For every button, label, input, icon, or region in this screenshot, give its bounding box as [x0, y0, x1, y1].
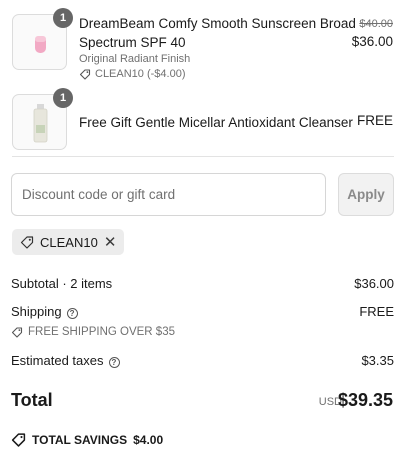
tag-icon	[11, 433, 26, 447]
shipping-row: Shipping? FREE	[11, 304, 394, 319]
item-discount-note: CLEAN10 (-$4.00)	[79, 68, 186, 80]
taxes-row: Estimated taxes? $3.35	[11, 353, 394, 368]
product-title-line1: DreamBeam Comfy Smooth Sunscreen Broad	[79, 16, 356, 31]
quantity-badge: 1	[53, 88, 73, 108]
info-icon[interactable]: ?	[66, 308, 78, 319]
savings-value: $4.00	[133, 432, 164, 447]
subtotal-value: $36.00	[354, 276, 394, 291]
item-price: $36.00	[351, 34, 393, 49]
shipping-value: FREE	[359, 304, 394, 319]
tag-icon	[79, 69, 91, 80]
section-divider	[12, 156, 394, 157]
tag-icon	[11, 327, 23, 338]
shipping-label: Shipping	[11, 304, 62, 319]
item-price: FREE	[356, 113, 393, 128]
taxes-value: $3.35	[361, 353, 394, 368]
discount-code-input[interactable]	[11, 173, 326, 216]
total-savings: TOTAL SAVINGS $4.00	[11, 432, 163, 447]
info-icon[interactable]: ?	[108, 357, 120, 368]
applied-discount-chip: CLEAN10 ✕	[12, 229, 125, 255]
cart-item: 1 DreamBeam Comfy Smooth Sunscreen Broad…	[0, 0, 400, 80]
subtotal-row: Subtotal · 2 items $36.00	[11, 276, 394, 291]
item-discount-text: CLEAN10 (-$4.00)	[95, 68, 186, 80]
cart-item: 1 Free Gift Gentle Micellar Antioxidant …	[0, 88, 400, 154]
subtotal-label: Subtotal · 2 items	[11, 276, 113, 291]
remove-discount-icon[interactable]: ✕	[104, 235, 117, 250]
product-title-line2: Spectrum SPF 40	[79, 35, 186, 50]
total-amount: $39.35	[337, 390, 393, 410]
apply-button[interactable]: Apply	[338, 173, 394, 216]
shipping-discount-note: FREE SHIPPING OVER $35	[11, 326, 175, 338]
taxes-label: Estimated taxes	[11, 353, 104, 368]
product-variant: Original Radiant Finish	[79, 53, 191, 65]
product-title: Free Gift Gentle Micellar Antioxidant Cl…	[79, 115, 353, 130]
quantity-badge: 1	[53, 8, 73, 28]
shipping-note-text: FREE SHIPPING OVER $35	[28, 326, 175, 338]
tag-icon	[20, 236, 34, 249]
applied-code-label: CLEAN10	[40, 234, 98, 250]
total-label: Total	[11, 390, 53, 410]
original-price: $40.00	[359, 18, 393, 30]
savings-label: TOTAL SAVINGS	[32, 432, 128, 447]
